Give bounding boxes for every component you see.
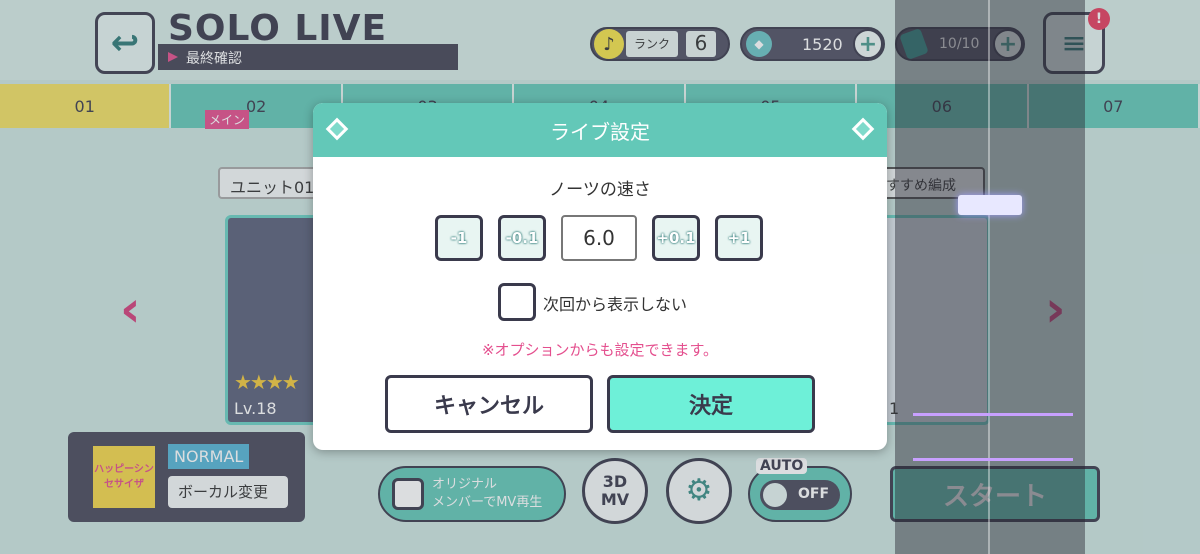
note-lane-preview <box>895 0 1085 554</box>
speed-plus-1-button[interactable]: +1 <box>715 215 763 261</box>
cancel-button[interactable]: キャンセル <box>385 375 593 433</box>
diamond-icon <box>325 117 349 141</box>
dialog-header: ライブ設定 <box>313 103 887 157</box>
lane-divider <box>988 0 990 554</box>
judgement-line <box>913 413 1073 461</box>
dont-show-again-checkbox[interactable] <box>498 283 536 321</box>
confirm-button[interactable]: 決定 <box>607 375 815 433</box>
options-note: ※オプションからも設定できます。 <box>481 341 719 359</box>
speed-minus-1-button[interactable]: -1 <box>435 215 483 261</box>
live-settings-dialog: ライブ設定 ノーツの速さ -1 -0.1 6.0 +0.1 +1 次回から表示し… <box>313 103 887 450</box>
preview-note <box>958 195 1022 215</box>
dont-show-again-label[interactable]: 次回から表示しない <box>543 291 687 315</box>
speed-plus-0.1-button[interactable]: +0.1 <box>652 215 700 261</box>
speed-minus-0.1-button[interactable]: -0.1 <box>498 215 546 261</box>
diamond-icon <box>851 117 875 141</box>
speed-value: 6.0 <box>561 215 637 261</box>
note-speed-label: ノーツの速さ <box>549 180 651 200</box>
dialog-title: ライブ設定 <box>550 119 650 144</box>
